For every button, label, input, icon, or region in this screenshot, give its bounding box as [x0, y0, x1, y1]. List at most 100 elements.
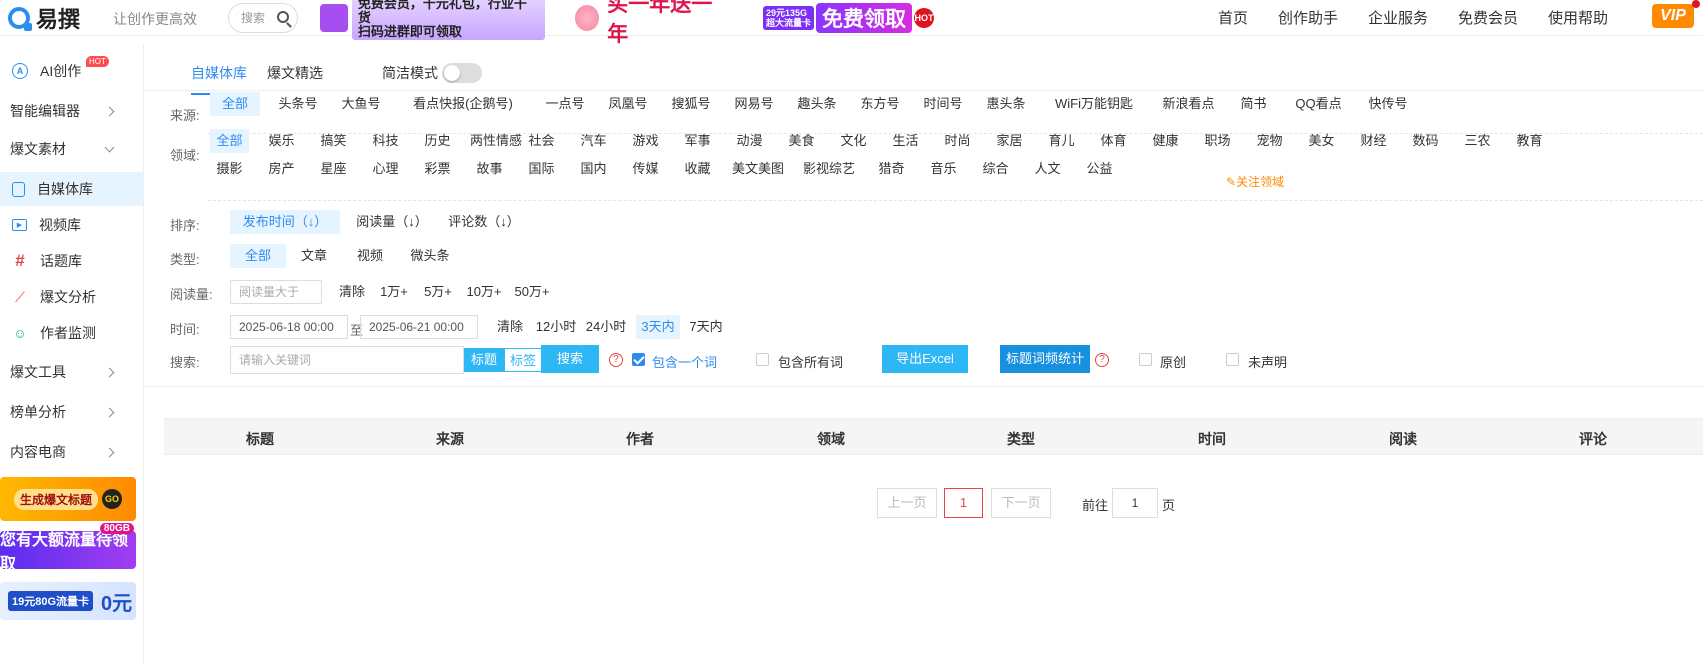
domain-option-16[interactable]: 育儿	[1042, 129, 1081, 153]
domain-option-extra-15[interactable]: 人文	[1028, 157, 1067, 181]
source-option-16[interactable]: 快传号	[1363, 92, 1413, 116]
domain-option-extra-7[interactable]: 国内	[574, 157, 613, 181]
member-banner[interactable]: 免费会员，千元礼包，行业干货 扫码进群即可领取	[320, 0, 545, 40]
simple-mode-toggle[interactable]	[442, 63, 482, 83]
domain-option-7[interactable]: 汽车	[574, 129, 613, 153]
tab-selected-articles[interactable]: 爆文精选	[267, 63, 323, 83]
domain-option-2[interactable]: 搞笑	[314, 129, 353, 153]
sidebar-item-video-library[interactable]: ▶ 视频库	[0, 208, 143, 242]
domain-option-extra-6[interactable]: 国际	[522, 157, 561, 181]
domain-option-15[interactable]: 家居	[990, 129, 1029, 153]
promo-banner[interactable]: 买一年送一年	[575, 0, 725, 46]
domain-option-11[interactable]: 美食	[782, 129, 821, 153]
promo-generate-title[interactable]: 生成爆文标题 GO	[0, 477, 136, 521]
logo[interactable]: 易撰	[8, 4, 80, 32]
nav-assistant[interactable]: 创作助手	[1278, 7, 1338, 28]
undeclared-checkbox[interactable]	[1226, 353, 1239, 366]
source-option-4[interactable]: 一点号	[540, 92, 590, 116]
promo-data-traffic[interactable]: 您有大额流量待领取 80GB	[0, 523, 136, 573]
source-option-1[interactable]: 头条号	[273, 92, 323, 116]
read-clear[interactable]: 清除	[334, 280, 370, 304]
read-10k[interactable]: 1万+	[376, 280, 412, 304]
sidebar-item-analysis[interactable]: ⟋ 爆文分析	[0, 280, 143, 314]
sort-read-count[interactable]: 阅读量（↓）	[352, 210, 432, 234]
source-option-15[interactable]: QQ看点	[1287, 92, 1350, 116]
follow-domain-link[interactable]: ✎关注领域	[1226, 170, 1284, 194]
domain-option-extra-1[interactable]: 房产	[262, 157, 301, 181]
domain-option-extra-3[interactable]: 心理	[366, 157, 405, 181]
sidebar-item-author-monitor[interactable]: ☺ 作者监测	[0, 316, 143, 350]
time-7days[interactable]: 7天内	[684, 315, 728, 339]
domain-option-extra-10[interactable]: 美文美图	[730, 157, 786, 181]
source-option-13[interactable]: 新浪看点	[1157, 92, 1220, 116]
sidebar-item-material[interactable]: 爆文素材	[0, 132, 143, 166]
domain-option-extra-5[interactable]: 故事	[470, 157, 509, 181]
domain-option-8[interactable]: 游戏	[626, 129, 665, 153]
domain-option-extra-12[interactable]: 猎奇	[872, 157, 911, 181]
domain-option-14[interactable]: 时尚	[938, 129, 977, 153]
free-card-banner[interactable]: 29元135G 超大流量卡 免费领取 HOT	[763, 2, 955, 34]
source-option-0[interactable]: 全部	[210, 92, 260, 116]
domain-option-24[interactable]: 三农	[1458, 129, 1497, 153]
sidebar-item-ecommerce[interactable]: 内容电商	[0, 435, 143, 469]
type-micro-headline[interactable]: 微头条	[406, 244, 454, 268]
domain-option-extra-11[interactable]: 影视综艺	[799, 157, 859, 181]
domain-option-20[interactable]: 宠物	[1250, 129, 1289, 153]
goto-page-input[interactable]: 1	[1112, 488, 1158, 518]
domain-option-4[interactable]: 历史	[418, 129, 457, 153]
source-option-9[interactable]: 东方号	[855, 92, 905, 116]
current-page[interactable]: 1	[944, 488, 983, 518]
nav-home[interactable]: 首页	[1218, 7, 1248, 28]
sidebar-item-ai-create[interactable]: A AI创作 HOT	[0, 54, 143, 88]
nav-help[interactable]: 使用帮助	[1548, 7, 1608, 28]
vip-badge[interactable]: VIP	[1652, 0, 1700, 28]
sidebar-item-editor[interactable]: 智能编辑器	[0, 94, 143, 128]
help-icon[interactable]: ?	[1095, 353, 1109, 367]
search-scope-title[interactable]: 标题	[464, 348, 504, 372]
promo-data-card[interactable]: 19元80G流量卡 0元	[0, 582, 136, 620]
sidebar-item-tools[interactable]: 爆文工具	[0, 355, 143, 389]
sidebar-item-rank[interactable]: 榜单分析	[0, 395, 143, 429]
domain-option-0[interactable]: 全部	[210, 129, 249, 153]
top-search-input[interactable]: 搜索	[228, 3, 298, 33]
domain-option-10[interactable]: 动漫	[730, 129, 769, 153]
domain-option-9[interactable]: 军事	[678, 129, 717, 153]
sidebar-item-topic-library[interactable]: # 话题库	[0, 244, 143, 278]
source-option-3[interactable]: 看点快报(企鹅号)	[399, 92, 527, 116]
export-excel-button[interactable]: 导出Excel	[882, 345, 968, 373]
next-page-button[interactable]: 下一页	[991, 488, 1051, 518]
search-scope-tag[interactable]: 标签	[504, 348, 542, 372]
source-option-5[interactable]: 凤凰号	[603, 92, 653, 116]
source-option-10[interactable]: 时间号	[918, 92, 968, 116]
domain-option-extra-13[interactable]: 音乐	[924, 157, 963, 181]
domain-option-12[interactable]: 文化	[834, 129, 873, 153]
time-3days[interactable]: 3天内	[636, 315, 680, 339]
help-icon[interactable]: ?	[609, 353, 623, 367]
domain-option-extra-14[interactable]: 综合	[976, 157, 1015, 181]
domain-option-22[interactable]: 财经	[1354, 129, 1393, 153]
date-end-input[interactable]: 2025-06-21 00:00	[360, 315, 478, 339]
type-article[interactable]: 文章	[294, 244, 334, 268]
source-option-6[interactable]: 搜狐号	[666, 92, 716, 116]
search-icon[interactable]	[277, 11, 289, 23]
read-100k[interactable]: 10万+	[462, 280, 506, 304]
original-checkbox[interactable]	[1139, 353, 1152, 366]
type-all[interactable]: 全部	[230, 244, 286, 268]
source-option-8[interactable]: 趣头条	[792, 92, 842, 116]
read-50k[interactable]: 5万+	[420, 280, 456, 304]
nav-free-member[interactable]: 免费会员	[1458, 7, 1518, 28]
domain-option-extra-8[interactable]: 传媒	[626, 157, 665, 181]
domain-option-21[interactable]: 美女	[1302, 129, 1341, 153]
domain-option-6[interactable]: 社会	[522, 129, 561, 153]
keyword-input[interactable]: 请输入关键词	[230, 346, 464, 374]
domain-option-extra-16[interactable]: 公益	[1080, 157, 1119, 181]
domain-option-23[interactable]: 数码	[1406, 129, 1445, 153]
prev-page-button[interactable]: 上一页	[877, 488, 937, 518]
read-count-input[interactable]: 阅读量大于	[230, 280, 322, 304]
type-video[interactable]: 视频	[350, 244, 390, 268]
domain-option-3[interactable]: 科技	[366, 129, 405, 153]
domain-option-25[interactable]: 教育	[1510, 129, 1549, 153]
search-button[interactable]: 搜索	[541, 345, 599, 373]
source-option-11[interactable]: 惠头条	[981, 92, 1031, 116]
title-frequency-button[interactable]: 标题词频统计	[1000, 345, 1090, 373]
